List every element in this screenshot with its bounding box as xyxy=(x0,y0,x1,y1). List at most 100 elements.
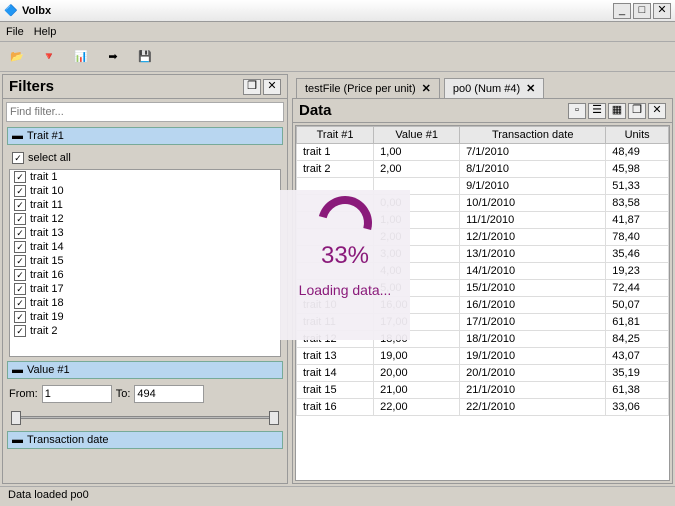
list-item[interactable]: ✓ trait 16 xyxy=(10,268,280,282)
list-item[interactable]: ✓ trait 13 xyxy=(10,226,280,240)
checkbox[interactable]: ✓ xyxy=(14,297,26,309)
table-cell: 1,00 xyxy=(374,144,460,161)
window-title: Volbx xyxy=(22,5,613,17)
trait-label: trait 13 xyxy=(30,227,64,239)
trait-group-header[interactable]: ▬ Trait #1 xyxy=(7,127,283,145)
table-cell: 8/1/2010 xyxy=(460,161,606,178)
list-item[interactable]: ✓trait 17 xyxy=(10,282,280,296)
list-item[interactable]: ✓trait 19 xyxy=(10,310,280,324)
table-row[interactable]: trait 1319,0019/1/201043,07 xyxy=(297,348,669,365)
column-header[interactable]: Units xyxy=(606,127,669,144)
table-row[interactable]: trait 1521,0021/1/201061,38 xyxy=(297,382,669,399)
menu-file[interactable]: File xyxy=(6,26,24,38)
table-row[interactable]: trait 22,008/1/201045,98 xyxy=(297,161,669,178)
select-all-checkbox[interactable]: ✓ xyxy=(12,152,24,164)
checkbox[interactable]: ✓ xyxy=(14,255,26,267)
table-cell: trait 16 xyxy=(297,399,374,416)
chart-icon[interactable]: 📊 xyxy=(70,46,92,68)
filters-panel: Filters ❐ ✕ ▬ Trait #1 ✓ select all ✓tra… xyxy=(2,74,288,484)
from-input[interactable] xyxy=(42,385,112,403)
column-header[interactable]: Trait #1 xyxy=(297,127,374,144)
close-filters-button[interactable]: ✕ xyxy=(263,79,281,95)
view-icon[interactable]: ☰ xyxy=(588,103,606,119)
table-row[interactable]: trait 1420,0020/1/201035,19 xyxy=(297,365,669,382)
trait-label: trait 10 xyxy=(30,185,64,197)
status-text: Data loaded po0 xyxy=(8,489,89,501)
table-row[interactable]: trait 1622,0022/1/201033,06 xyxy=(297,399,669,416)
titlebar: 🔷 Volbx _ □ ✕ xyxy=(0,0,675,22)
column-header[interactable]: Value #1 xyxy=(374,127,460,144)
table-cell: 22,00 xyxy=(374,399,460,416)
list-item[interactable]: ✓ trait 14 xyxy=(10,240,280,254)
list-item[interactable]: ✓trait 18 xyxy=(10,296,280,310)
restore-icon[interactable]: ❐ xyxy=(628,103,646,119)
list-item[interactable]: ✓trait 12 xyxy=(10,212,280,226)
table-cell: 61,81 xyxy=(606,314,669,331)
checkbox[interactable]: ✓ xyxy=(14,213,26,225)
value-group-header[interactable]: ▬ Value #1 xyxy=(7,361,283,379)
checkbox[interactable]: ✓ xyxy=(14,325,26,337)
trait-list[interactable]: ✓trait 1✓trait 10✓trait 11✓trait 12✓trai… xyxy=(9,169,281,357)
range-slider[interactable] xyxy=(11,409,279,427)
checkbox[interactable]: ✓ xyxy=(14,227,26,239)
select-all-label: select all xyxy=(28,152,71,164)
checkbox[interactable]: ✓ xyxy=(14,199,26,211)
table-cell: trait 13 xyxy=(297,348,374,365)
table-cell: 17/1/2010 xyxy=(460,314,606,331)
loading-text: Loading data... xyxy=(299,282,392,298)
table-cell: 15/1/2010 xyxy=(460,280,606,297)
transaction-group-header[interactable]: ▬ Transaction date xyxy=(7,431,283,449)
table-cell: 22/1/2010 xyxy=(460,399,606,416)
statusbar: Data loaded po0 xyxy=(0,486,675,506)
tab-testfile[interactable]: testFile (Price per unit) ✕ xyxy=(296,78,440,98)
close-icon[interactable]: ✕ xyxy=(526,82,535,95)
from-label: From: xyxy=(9,388,38,400)
save-icon[interactable]: 💾 xyxy=(134,46,156,68)
table-cell: 12/1/2010 xyxy=(460,229,606,246)
column-header[interactable]: Transaction date xyxy=(460,127,606,144)
export-icon[interactable]: ➡ xyxy=(102,46,124,68)
maximize-button[interactable]: □ xyxy=(633,3,651,19)
table-row[interactable]: trait 11,007/1/201048,49 xyxy=(297,144,669,161)
list-item[interactable]: ✓ trait 10 xyxy=(10,184,280,198)
find-filter-input[interactable] xyxy=(6,102,284,122)
transaction-header-label: Transaction date xyxy=(27,434,109,446)
value-header-label: Value #1 xyxy=(27,364,70,376)
list-item[interactable]: ✓ trait 11 xyxy=(10,198,280,212)
table-cell: 19/1/2010 xyxy=(460,348,606,365)
list-item[interactable]: ✓trait 2 xyxy=(10,324,280,338)
checkbox[interactable]: ✓ xyxy=(14,171,26,183)
checkbox[interactable]: ✓ xyxy=(14,269,26,281)
checkbox[interactable]: ✓ xyxy=(14,283,26,295)
copy-icon[interactable]: ▫ xyxy=(568,103,586,119)
table-cell: 45,98 xyxy=(606,161,669,178)
close-button[interactable]: ✕ xyxy=(653,3,671,19)
grid-icon[interactable]: ▦ xyxy=(608,103,626,119)
table-cell: 21,00 xyxy=(374,382,460,399)
close-data-button[interactable]: ✕ xyxy=(648,103,666,119)
list-item[interactable]: ✓trait 1 xyxy=(10,170,280,184)
trait-label: trait 14 xyxy=(30,241,64,253)
tab-po0[interactable]: po0 (Num #4) ✕ xyxy=(444,78,544,98)
trait-label: trait 11 xyxy=(30,199,63,211)
checkbox[interactable]: ✓ xyxy=(14,241,26,253)
table-cell: 21/1/2010 xyxy=(460,382,606,399)
close-icon[interactable]: ✕ xyxy=(422,82,431,95)
table-cell: 78,40 xyxy=(606,229,669,246)
trait-label: trait 16 xyxy=(30,269,64,281)
table-cell: 41,87 xyxy=(606,212,669,229)
restore-icon[interactable]: ❐ xyxy=(243,79,261,95)
list-item[interactable]: ✓trait 15 xyxy=(10,254,280,268)
tab-label: testFile (Price per unit) xyxy=(305,83,416,95)
progress-arc-icon xyxy=(308,186,382,260)
trait-header-label: Trait #1 xyxy=(27,130,64,142)
checkbox[interactable]: ✓ xyxy=(14,311,26,323)
filter-icon[interactable]: 🔻 xyxy=(38,46,60,68)
tabs: testFile (Price per unit) ✕ po0 (Num #4)… xyxy=(292,74,673,98)
menu-help[interactable]: Help xyxy=(34,26,57,38)
open-icon[interactable]: 📂 xyxy=(6,46,28,68)
collapse-icon: ▬ xyxy=(12,130,23,142)
minimize-button[interactable]: _ xyxy=(613,3,631,19)
to-input[interactable] xyxy=(134,385,204,403)
checkbox[interactable]: ✓ xyxy=(14,185,26,197)
